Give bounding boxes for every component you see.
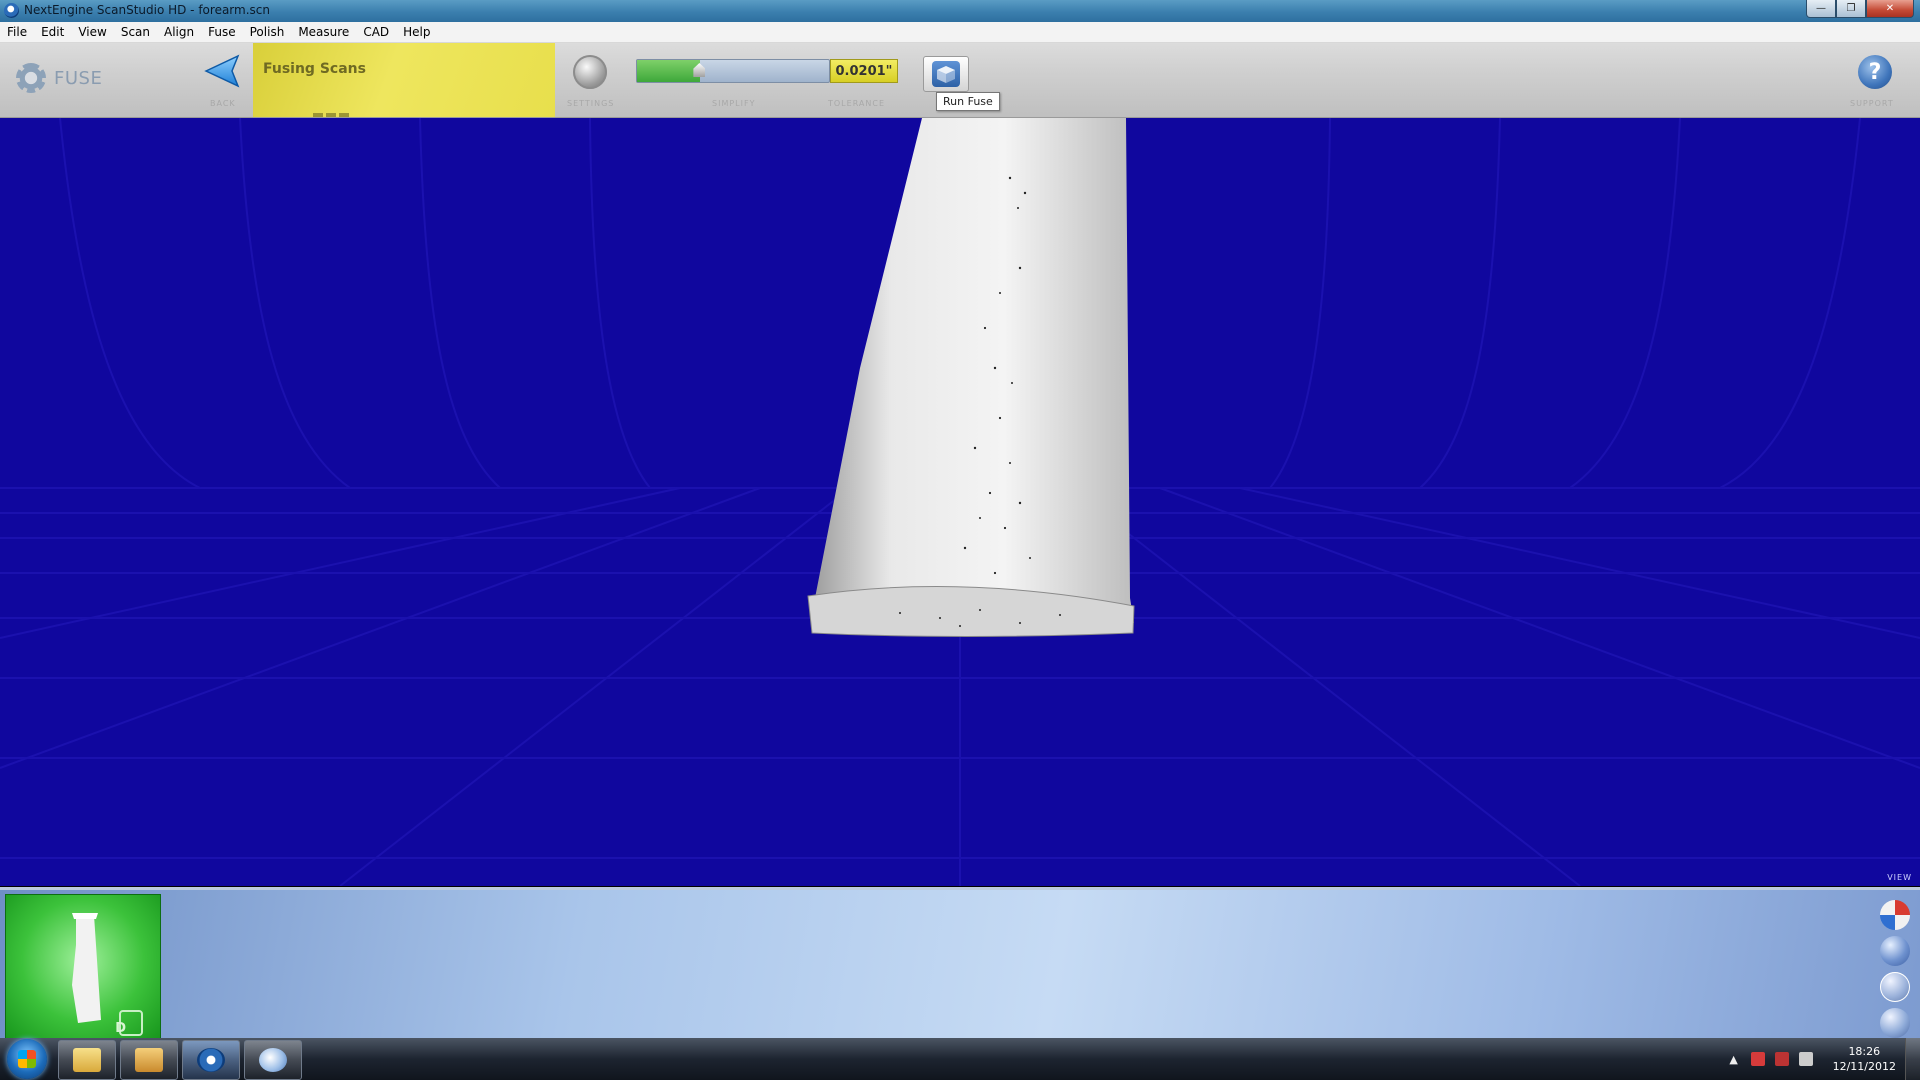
- tolerance-field[interactable]: 0.0201": [830, 59, 898, 83]
- viewport-grid: [0, 118, 1920, 886]
- menu-measure[interactable]: Measure: [291, 22, 356, 42]
- model-library-strip: D: [0, 887, 1920, 1041]
- tolerance-caption: TOLERANCE: [828, 99, 886, 108]
- cube-icon: [932, 61, 960, 87]
- clock-date: 12/11/2012: [1832, 1060, 1896, 1073]
- show-desktop-button[interactable]: [1905, 1038, 1920, 1080]
- paint-icon: [259, 1048, 287, 1072]
- back-arrow-icon[interactable]: [204, 53, 240, 89]
- menu-polish[interactable]: Polish: [243, 22, 292, 42]
- start-button[interactable]: [7, 1039, 47, 1079]
- points-view-icon[interactable]: [1880, 1008, 1910, 1038]
- menu-align[interactable]: Align: [157, 22, 201, 42]
- mesh-view-icon[interactable]: [1880, 972, 1910, 1002]
- menu-edit[interactable]: Edit: [34, 22, 71, 42]
- windows-logo-icon: [18, 1050, 36, 1068]
- scanstudio-icon: [197, 1048, 225, 1072]
- model-thumbnail[interactable]: D: [5, 894, 161, 1041]
- maximize-button[interactable]: ❐: [1836, 0, 1866, 18]
- menu-scan[interactable]: Scan: [114, 22, 157, 42]
- clock-time: 18:26: [1848, 1045, 1881, 1058]
- forearm-thumbnail-icon: [72, 913, 143, 1036]
- thumbnail-letter: D: [115, 1021, 126, 1036]
- tray-expand-icon[interactable]: ▲: [1727, 1052, 1741, 1066]
- volume-muted-icon[interactable]: [1798, 1052, 1813, 1066]
- mail-icon: [135, 1048, 163, 1072]
- close-button[interactable]: ✕: [1866, 0, 1914, 18]
- mode-label: FUSE: [54, 67, 103, 89]
- step-panel: Fusing Scans: [253, 43, 555, 117]
- menu-help[interactable]: Help: [396, 22, 437, 42]
- taskbar: ▲ 18:26 12/11/2012: [0, 1038, 1920, 1080]
- simplify-slider-fill: [637, 60, 701, 82]
- menu-cad[interactable]: CAD: [356, 22, 396, 42]
- solid-view-icon[interactable]: [1880, 936, 1910, 966]
- network-error-icon[interactable]: [1774, 1052, 1789, 1066]
- taskbar-mail[interactable]: [120, 1040, 178, 1080]
- taskbar-paint[interactable]: [244, 1040, 302, 1080]
- window-controls: — ❐ ✕: [1806, 0, 1914, 18]
- support-caption: SUPPORT: [1850, 99, 1894, 108]
- simplify-slider[interactable]: [636, 59, 830, 83]
- scanstudio-app-icon[interactable]: [4, 3, 19, 18]
- step-title: Fusing Scans: [263, 61, 366, 77]
- forearm-scan-model: [807, 118, 1135, 637]
- run-fuse-button[interactable]: [923, 56, 969, 92]
- step-progress-dots: [313, 113, 349, 117]
- help-icon[interactable]: ?: [1858, 55, 1892, 89]
- menu-bar: File Edit View Scan Align Fuse Polish Me…: [0, 22, 1920, 43]
- system-tray: ▲ 18:26 12/11/2012: [1727, 1038, 1896, 1080]
- title-bar: NextEngine ScanStudio HD - forearm.scn —…: [0, 0, 1920, 22]
- simplify-caption: SIMPLIFY: [712, 99, 756, 108]
- view-caption: VIEW: [1887, 873, 1912, 882]
- explorer-icon: [73, 1048, 101, 1072]
- minimize-button[interactable]: —: [1806, 0, 1836, 18]
- run-fuse-tooltip: Run Fuse: [936, 92, 1000, 111]
- taskbar-scanstudio[interactable]: [182, 1040, 240, 1080]
- menu-file[interactable]: File: [0, 22, 34, 42]
- color-view-icon[interactable]: [1880, 900, 1910, 930]
- taskbar-explorer[interactable]: [58, 1040, 116, 1080]
- menu-fuse[interactable]: Fuse: [201, 22, 243, 42]
- settings-caption: SETTINGS: [567, 99, 615, 108]
- view-mode-buttons: [1880, 900, 1910, 1038]
- back-caption: BACK: [210, 99, 236, 108]
- settings-icon[interactable]: [573, 55, 607, 89]
- action-center-flag-icon[interactable]: [1750, 1052, 1765, 1066]
- window-title: NextEngine ScanStudio HD - forearm.scn: [24, 3, 270, 17]
- menu-view[interactable]: View: [71, 22, 113, 42]
- fuse-mode-indicator: FUSE: [16, 63, 102, 93]
- gear-icon: [16, 63, 46, 93]
- 3d-viewport[interactable]: VIEW: [0, 118, 1920, 886]
- clock[interactable]: 18:26 12/11/2012: [1833, 1044, 1896, 1074]
